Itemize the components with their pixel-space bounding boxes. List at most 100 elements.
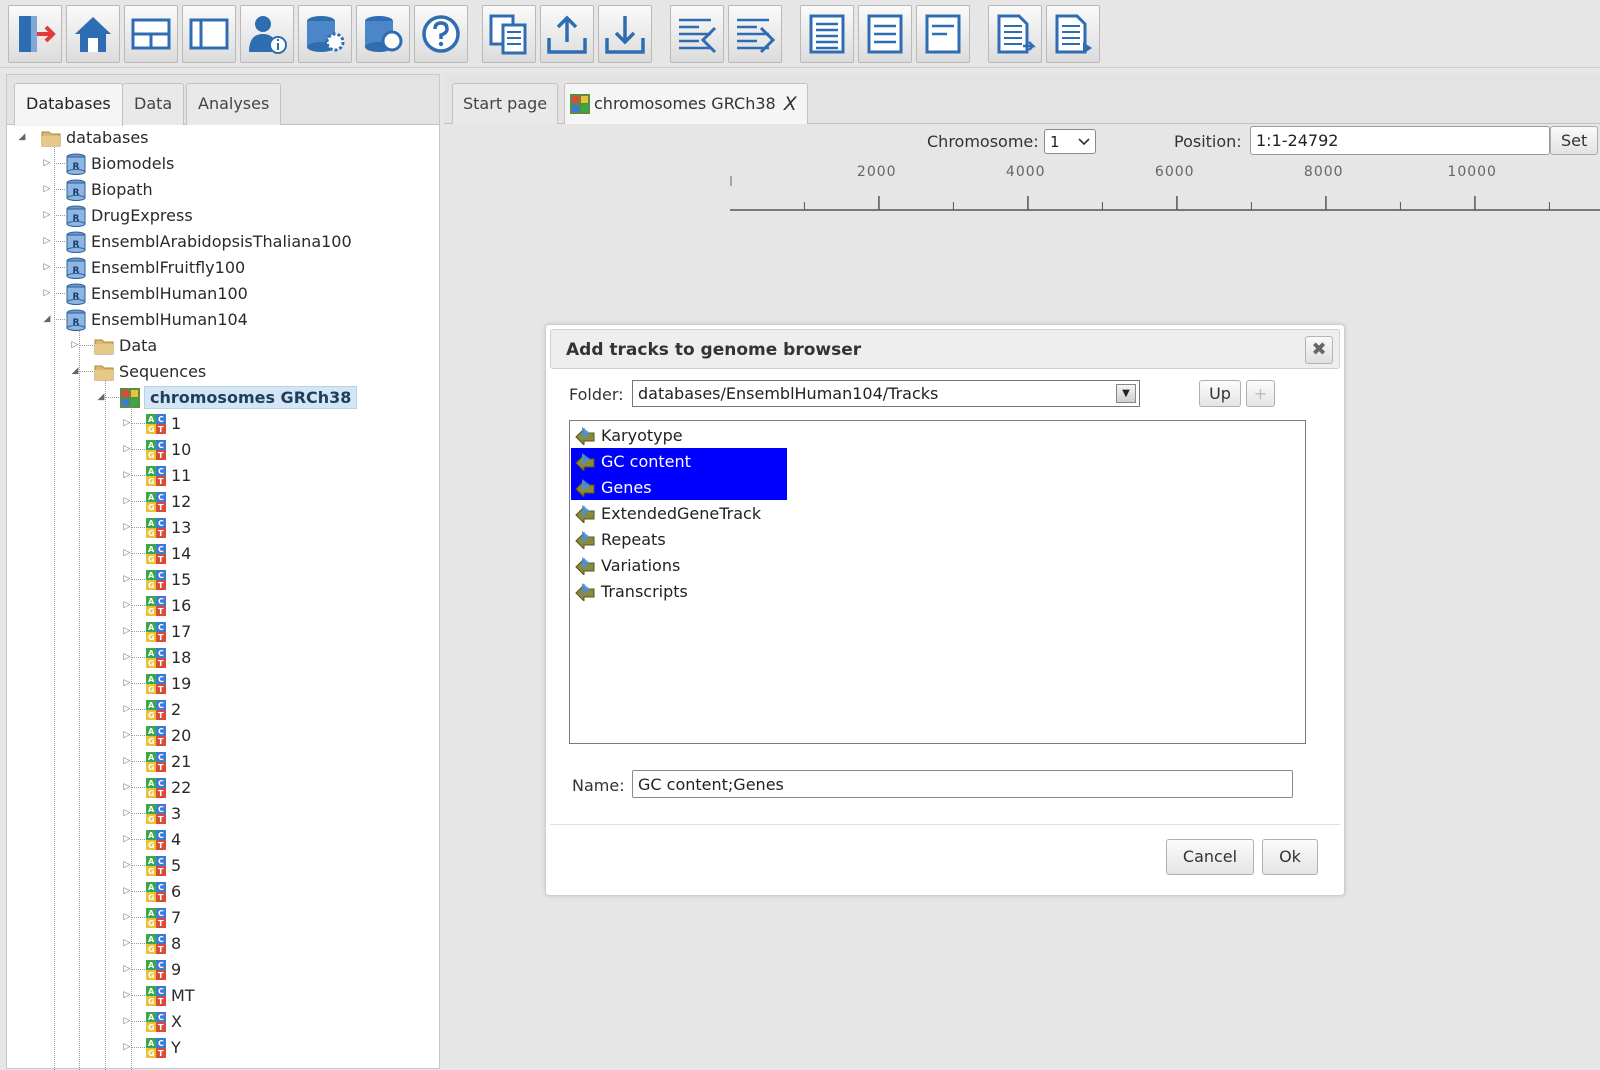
cancel-button[interactable]: Cancel — [1166, 839, 1254, 875]
tree-chromosome-19[interactable]: A C G T 19 — [145, 671, 191, 696]
tab-databases[interactable]: Databases — [14, 83, 123, 126]
tab-chromosomes-grch38[interactable]: chromosomes GRCh38 X — [564, 83, 808, 124]
tree-chromosome-17[interactable]: A C G T 17 — [145, 619, 191, 644]
document-arrow-button[interactable] — [988, 5, 1042, 63]
tree-collapsed-icon[interactable]: ▷ — [123, 1043, 131, 1052]
tree-db-ensemblarabidopsisthaliana100[interactable]: R EnsemblArabidopsisThaliana100 — [65, 229, 352, 254]
dropdown-arrow-icon[interactable]: ▼ — [1116, 384, 1136, 403]
tree-chromosome-2[interactable]: ACGT2 — [145, 697, 181, 722]
tree-collapsed-icon[interactable]: ▷ — [71, 341, 79, 350]
tree-chromosomes-grch38[interactable]: chromosomes GRCh38 — [119, 385, 358, 410]
tree-chromosome-16[interactable]: A C G T 16 — [145, 593, 191, 618]
tree-collapsed-icon[interactable]: ▷ — [123, 445, 131, 454]
tree-collapsed-icon[interactable]: ▷ — [123, 913, 131, 922]
track-name-input[interactable]: GC content;Genes — [632, 770, 1293, 798]
track-item[interactable]: Karyotype — [571, 422, 689, 448]
tree-db-ensemblhuman104[interactable]: R EnsemblHuman104 — [65, 307, 248, 332]
tree-collapsed-icon[interactable]: ▷ — [43, 185, 51, 194]
layout-horizontal-button[interactable] — [124, 5, 178, 63]
tree-expanded-icon[interactable]: ◢ — [18, 133, 26, 142]
track-item[interactable]: ExtendedGeneTrack — [571, 500, 767, 526]
tab-data[interactable]: Data — [122, 83, 185, 125]
tree-db-biomodels[interactable]: R Biomodels — [65, 151, 174, 176]
tree-collapsed-icon[interactable]: ▷ — [43, 211, 51, 220]
tree-chromosome-15[interactable]: A C G T 15 — [145, 567, 191, 592]
folder-select[interactable]: databases/EnsemblHuman104/Tracks ▼ — [632, 380, 1140, 407]
tab-start-page[interactable]: Start page — [452, 83, 559, 124]
tree-collapsed-icon[interactable]: ▷ — [123, 705, 131, 714]
tree-collapsed-icon[interactable]: ▷ — [123, 835, 131, 844]
panel-list-button[interactable] — [800, 5, 854, 63]
tree-chromosome-3[interactable]: ACGT3 — [145, 801, 181, 826]
panel-list-single-button[interactable] — [916, 5, 970, 63]
tree-collapsed-icon[interactable]: ▷ — [123, 419, 131, 428]
home-button[interactable] — [66, 5, 120, 63]
tree-db-ensemblhuman100[interactable]: R EnsemblHuman100 — [65, 281, 248, 306]
copy-document-button[interactable] — [482, 5, 536, 63]
layout-panel-button[interactable] — [182, 5, 236, 63]
dialog-titlebar[interactable]: Add tracks to genome browser ✖ — [550, 329, 1340, 369]
tree-root-databases[interactable]: databases — [40, 125, 149, 150]
tree-collapsed-icon[interactable]: ▷ — [123, 887, 131, 896]
tree-collapsed-icon[interactable]: ▷ — [123, 861, 131, 870]
chromosome-select[interactable]: 1 — [1044, 129, 1096, 154]
tab-analyses[interactable]: Analyses — [186, 83, 282, 125]
track-item[interactable]: Transcripts — [571, 578, 694, 604]
close-icon[interactable]: ✖ — [1305, 336, 1333, 364]
track-item[interactable]: Variations — [571, 552, 686, 578]
tree-chromosome-mt[interactable]: A C G T MT — [145, 983, 195, 1008]
tree-collapsed-icon[interactable]: ▷ — [123, 549, 131, 558]
tree-chromosome-y[interactable]: ACGTY — [145, 1035, 181, 1060]
tree-collapsed-icon[interactable]: ▷ — [123, 523, 131, 532]
tree-collapsed-icon[interactable]: ▷ — [123, 679, 131, 688]
tree-folder-sequences[interactable]: Sequences — [93, 359, 206, 384]
tree-expanded-icon[interactable]: ◢ — [43, 315, 51, 324]
tree-chromosome-9[interactable]: ACGT9 — [145, 957, 181, 982]
panel-list-small-button[interactable] — [858, 5, 912, 63]
document-arrow-right-button[interactable] — [1046, 5, 1100, 63]
tree-collapsed-icon[interactable]: ▷ — [123, 965, 131, 974]
tree-chromosome-1[interactable]: ACGT1 — [145, 411, 181, 436]
tree-db-ensemblfruitfly100[interactable]: R EnsemblFruitfly100 — [65, 255, 245, 280]
tree-chromosome-10[interactable]: A C G T 10 — [145, 437, 191, 462]
tree-chromosome-14[interactable]: A C G T 14 — [145, 541, 191, 566]
tree-chromosome-18[interactable]: A C G T 18 — [145, 645, 191, 670]
help-button[interactable] — [414, 5, 468, 63]
tree-chromosome-4[interactable]: ACGT4 — [145, 827, 181, 852]
ok-button[interactable]: Ok — [1262, 839, 1318, 875]
track-item[interactable]: Repeats — [571, 526, 672, 552]
tree-collapsed-icon[interactable]: ▷ — [123, 601, 131, 610]
tree-collapsed-icon[interactable]: ▷ — [43, 263, 51, 272]
tree-collapsed-icon[interactable]: ▷ — [123, 783, 131, 792]
position-input[interactable]: 1:1-24792 — [1250, 126, 1550, 155]
tree-collapsed-icon[interactable]: ▷ — [123, 471, 131, 480]
upload-button[interactable] — [540, 5, 594, 63]
tree-expanded-icon[interactable]: ◢ — [97, 393, 105, 402]
tree-folder-data[interactable]: Data — [93, 333, 157, 358]
tree-collapsed-icon[interactable]: ▷ — [43, 289, 51, 298]
tree-chromosome-20[interactable]: A C G T 20 — [145, 723, 191, 748]
set-position-button[interactable]: Set — [1550, 126, 1599, 155]
exit-button[interactable] — [8, 5, 62, 63]
tree-collapsed-icon[interactable]: ▷ — [123, 757, 131, 766]
tree-chromosome-11[interactable]: A C G T 11 — [145, 463, 191, 488]
track-item[interactable]: GC content — [571, 448, 787, 474]
tree-chromosome-7[interactable]: ACGT7 — [145, 905, 181, 930]
tree-collapsed-icon[interactable]: ▷ — [123, 731, 131, 740]
tree-chromosome-5[interactable]: ACGT5 — [145, 853, 181, 878]
new-folder-button[interactable]: + — [1246, 380, 1275, 407]
user-info-button[interactable] — [240, 5, 294, 63]
tree-collapsed-icon[interactable]: ▷ — [123, 939, 131, 948]
tree-collapsed-icon[interactable]: ▷ — [123, 991, 131, 1000]
tree-chromosome-x[interactable]: ACGTX — [145, 1009, 182, 1034]
tree-chromosome-13[interactable]: A C G T 13 — [145, 515, 191, 540]
export-document-button[interactable] — [728, 5, 782, 63]
tree-db-biopath[interactable]: R Biopath — [65, 177, 153, 202]
tree-collapsed-icon[interactable]: ▷ — [123, 653, 131, 662]
tree-collapsed-icon[interactable]: ▷ — [123, 627, 131, 636]
track-list[interactable]: Karyotype GC content Genes ExtendedGeneTrac… — [569, 420, 1306, 744]
tree-collapsed-icon[interactable]: ▷ — [43, 159, 51, 168]
close-tab-icon[interactable]: X — [784, 85, 797, 123]
tree-collapsed-icon[interactable]: ▷ — [43, 237, 51, 246]
tree-chromosome-8[interactable]: ACGT8 — [145, 931, 181, 956]
